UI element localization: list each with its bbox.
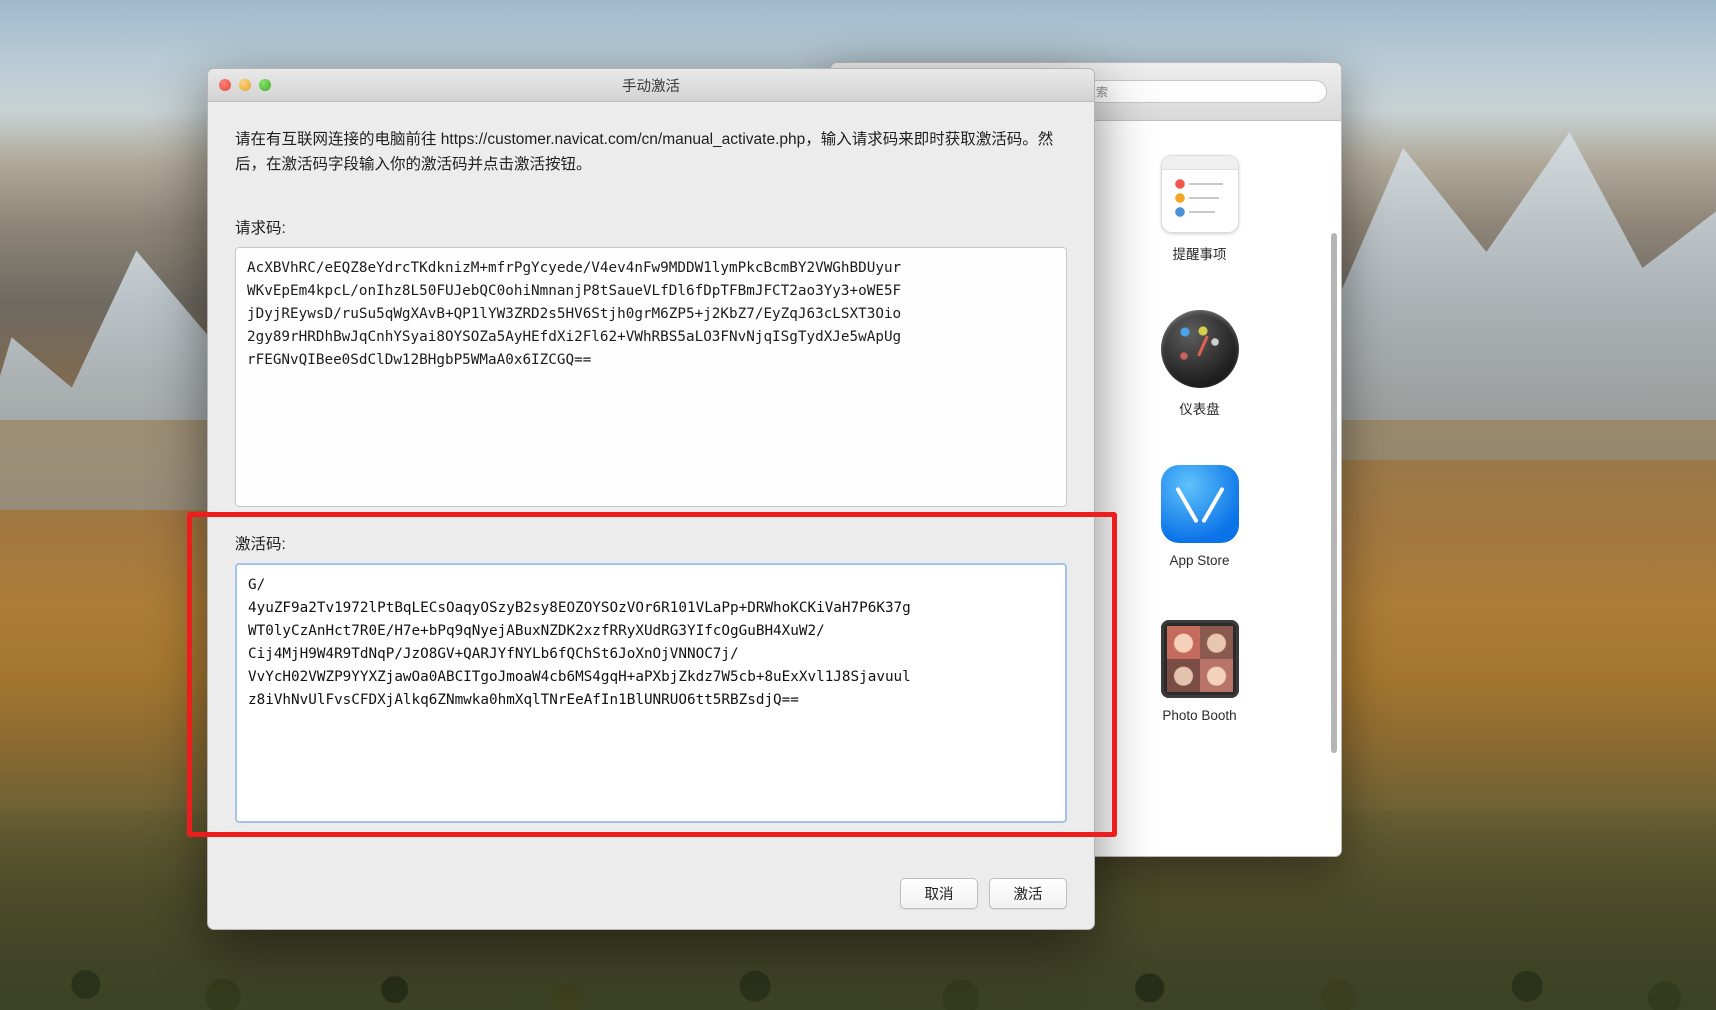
desktop: 搜索 实用工具 提醒事项 信息 仪表盘	[0, 0, 1716, 1010]
activation-code-label: 激活码:	[235, 535, 286, 553]
dialog-button-bar: 取消 激活	[208, 861, 1094, 929]
close-button-icon[interactable]	[219, 79, 231, 91]
icon-label: 提醒事项	[1172, 247, 1227, 262]
finder-item-app-store[interactable]: App Store	[1086, 465, 1313, 574]
cancel-button[interactable]: 取消	[900, 878, 978, 909]
activate-button[interactable]: 激活	[989, 878, 1067, 909]
icon-label: App Store	[1169, 553, 1230, 568]
instructions-text: 请在有互联网连接的电脑前往 https://customer.navicat.c…	[235, 131, 1054, 173]
dialog-titlebar[interactable]: 手动激活	[208, 69, 1094, 102]
dialog-body: 请在有互联网连接的电脑前往 https://customer.navicat.c…	[208, 102, 1094, 861]
request-code-label: 请求码:	[235, 219, 286, 237]
photo-booth-icon	[1160, 620, 1239, 698]
window-controls	[219, 79, 271, 91]
finder-item-dashboard[interactable]: 仪表盘	[1086, 310, 1313, 419]
app-store-icon	[1160, 465, 1239, 543]
finder-item-photo-booth[interactable]: Photo Booth	[1086, 620, 1313, 724]
search-input[interactable]: 搜索	[1057, 80, 1327, 103]
finder-scrollbar[interactable]	[1331, 233, 1337, 753]
dashboard-app-icon	[1160, 310, 1239, 388]
finder-item-reminders[interactable]: 提醒事项	[1086, 155, 1313, 264]
dialog-title: 手动激活	[622, 78, 680, 95]
icon-label: Photo Booth	[1162, 708, 1237, 723]
activation-code-textarea[interactable]: G/ 4yuZF9a2Tv1972lPtBqLECsOaqyOSzyB2sy8E…	[235, 562, 1067, 823]
reminders-app-icon	[1160, 155, 1239, 233]
minimize-button-icon[interactable]	[239, 79, 251, 91]
request-code-textarea[interactable]: AcXBVhRC/eEQZ8eYdrcTKdknizM+mfrPgYcyede/…	[235, 246, 1067, 507]
manual-activation-dialog[interactable]: 手动激活 请在有互联网连接的电脑前往 https://customer.navi…	[207, 68, 1095, 930]
maximize-button-icon[interactable]	[259, 79, 271, 91]
icon-label: 仪表盘	[1179, 402, 1220, 417]
